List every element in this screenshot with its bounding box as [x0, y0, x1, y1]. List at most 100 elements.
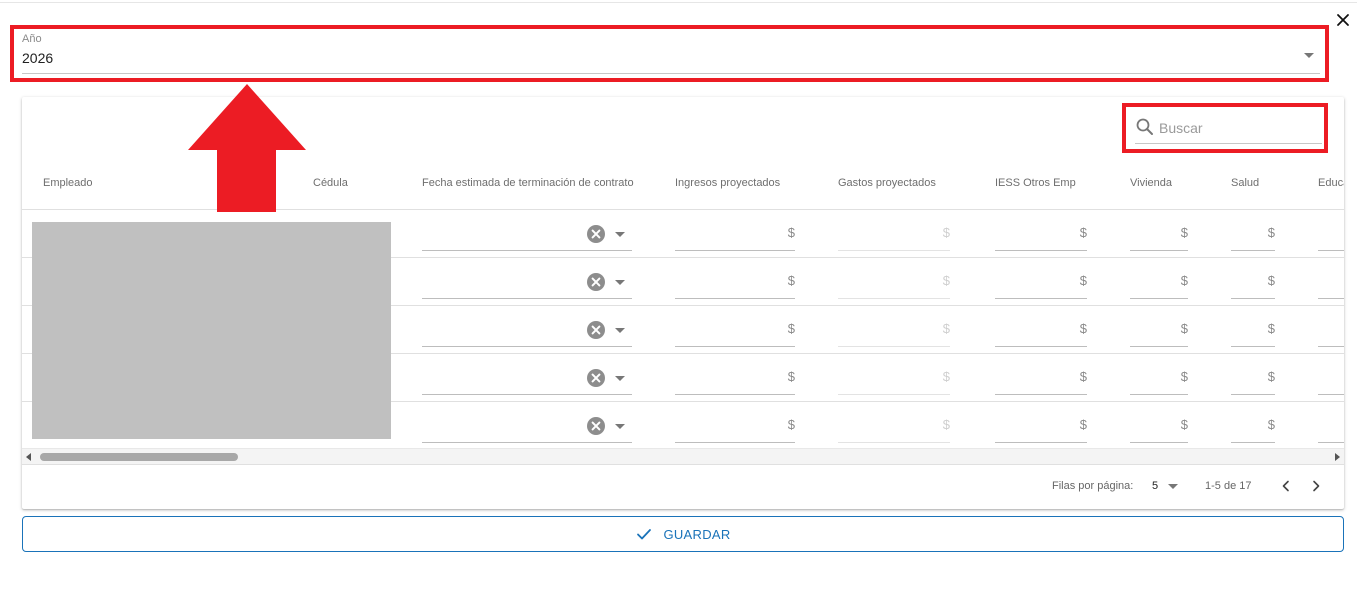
chevron-down-icon[interactable] — [615, 424, 625, 429]
year-select[interactable]: Año 2026 — [22, 30, 1320, 76]
currency-symbol: $ — [1180, 369, 1188, 384]
currency-symbol: $ — [1180, 273, 1188, 288]
field-underline — [675, 442, 795, 443]
redacted-employee-data — [32, 222, 391, 439]
gastos-input: $ — [838, 306, 950, 354]
field-underline — [838, 298, 950, 299]
iess-input[interactable]: $ — [995, 258, 1087, 306]
end-date-select[interactable] — [422, 210, 632, 258]
field-underline — [422, 298, 632, 299]
close-icon[interactable] — [1333, 10, 1353, 30]
currency-symbol: $ — [1267, 225, 1275, 240]
salud-input[interactable]: $ — [1231, 402, 1275, 450]
field-underline — [995, 346, 1087, 347]
column-header-iess[interactable]: IESS Otros Emp — [995, 177, 1076, 189]
ingresos-input[interactable]: $ — [675, 402, 795, 450]
field-underline — [1130, 298, 1188, 299]
chevron-down-icon[interactable] — [1304, 53, 1314, 58]
currency-symbol: $ — [1079, 321, 1087, 336]
rows-per-page-select[interactable]: 5 — [1152, 480, 1158, 492]
clear-icon[interactable] — [586, 368, 606, 388]
column-header-salud[interactable]: Salud — [1231, 177, 1259, 189]
educacion-input[interactable] — [1318, 210, 1344, 258]
field-underline — [1318, 346, 1344, 347]
clear-icon[interactable] — [586, 320, 606, 340]
salud-input[interactable]: $ — [1231, 258, 1275, 306]
educacion-input[interactable] — [1318, 354, 1344, 402]
chevron-right-icon[interactable] — [1308, 478, 1324, 494]
clear-icon[interactable] — [586, 224, 606, 244]
chevron-down-icon[interactable] — [615, 280, 625, 285]
check-icon — [637, 529, 652, 540]
vivienda-input[interactable]: $ — [1130, 402, 1188, 450]
column-header-gastos[interactable]: Gastos proyectados — [838, 177, 936, 189]
gastos-input: $ — [838, 258, 950, 306]
chevron-down-icon[interactable] — [615, 328, 625, 333]
save-button[interactable]: GUARDAR — [22, 516, 1344, 552]
year-select-value[interactable]: 2026 — [22, 50, 53, 66]
footer-divider — [22, 464, 1344, 465]
gastos-input: $ — [838, 210, 950, 258]
educacion-input[interactable] — [1318, 306, 1344, 354]
column-header-fecha-terminacion[interactable]: Fecha estimada de terminación de contrat… — [422, 177, 634, 189]
clear-icon[interactable] — [586, 416, 606, 436]
currency-symbol: $ — [1267, 369, 1275, 384]
clear-icon[interactable] — [586, 272, 606, 292]
field-underline — [1231, 250, 1275, 251]
end-date-select[interactable] — [422, 258, 632, 306]
chevron-down-icon[interactable] — [615, 232, 625, 237]
ingresos-input[interactable]: $ — [675, 354, 795, 402]
scrollbar-thumb[interactable] — [40, 453, 238, 461]
end-date-select[interactable] — [422, 402, 632, 450]
field-underline — [995, 394, 1087, 395]
rows-per-page-label: Filas por página: — [1052, 480, 1134, 492]
iess-input[interactable]: $ — [995, 210, 1087, 258]
educacion-input[interactable] — [1318, 258, 1344, 306]
year-select-label: Año — [22, 33, 42, 45]
salud-input[interactable]: $ — [1231, 306, 1275, 354]
scroll-right-icon[interactable] — [1335, 453, 1340, 461]
currency-symbol: $ — [787, 273, 795, 288]
ingresos-input[interactable]: $ — [675, 306, 795, 354]
year-select-underline — [22, 73, 1320, 74]
search-field[interactable] — [1135, 111, 1322, 144]
chevron-down-icon[interactable] — [1168, 484, 1178, 489]
end-date-select[interactable] — [422, 306, 632, 354]
field-underline — [838, 346, 950, 347]
chevron-down-icon[interactable] — [615, 376, 625, 381]
chevron-left-icon[interactable] — [1278, 478, 1294, 494]
field-underline — [1231, 442, 1275, 443]
vivienda-input[interactable]: $ — [1130, 258, 1188, 306]
ingresos-input[interactable]: $ — [675, 210, 795, 258]
column-header-cedula[interactable]: Cédula — [313, 177, 348, 189]
field-underline — [422, 394, 632, 395]
field-underline — [1130, 346, 1188, 347]
field-underline — [422, 346, 632, 347]
currency-symbol: $ — [942, 225, 950, 240]
vivienda-input[interactable]: $ — [1130, 306, 1188, 354]
salud-input[interactable]: $ — [1231, 210, 1275, 258]
column-header-ingresos[interactable]: Ingresos proyectados — [675, 177, 780, 189]
column-header-vivienda[interactable]: Vivienda — [1130, 177, 1172, 189]
field-underline — [1130, 394, 1188, 395]
scroll-left-icon[interactable] — [26, 453, 31, 461]
iess-input[interactable]: $ — [995, 354, 1087, 402]
search-input[interactable] — [1159, 117, 1319, 139]
currency-symbol: $ — [942, 369, 950, 384]
iess-input[interactable]: $ — [995, 306, 1087, 354]
field-underline — [1231, 298, 1275, 299]
iess-input[interactable]: $ — [995, 402, 1087, 450]
ingresos-input[interactable]: $ — [675, 258, 795, 306]
currency-symbol: $ — [787, 369, 795, 384]
column-header-empleado[interactable]: Empleado — [43, 177, 93, 189]
field-underline — [1318, 394, 1344, 395]
salud-input[interactable]: $ — [1231, 354, 1275, 402]
currency-symbol: $ — [1180, 417, 1188, 432]
vivienda-input[interactable]: $ — [1130, 354, 1188, 402]
educacion-input[interactable] — [1318, 402, 1344, 450]
horizontal-scrollbar[interactable] — [22, 448, 1344, 464]
column-header-educacion[interactable]: Educa — [1318, 177, 1344, 189]
field-underline — [1130, 442, 1188, 443]
vivienda-input[interactable]: $ — [1130, 210, 1188, 258]
end-date-select[interactable] — [422, 354, 632, 402]
